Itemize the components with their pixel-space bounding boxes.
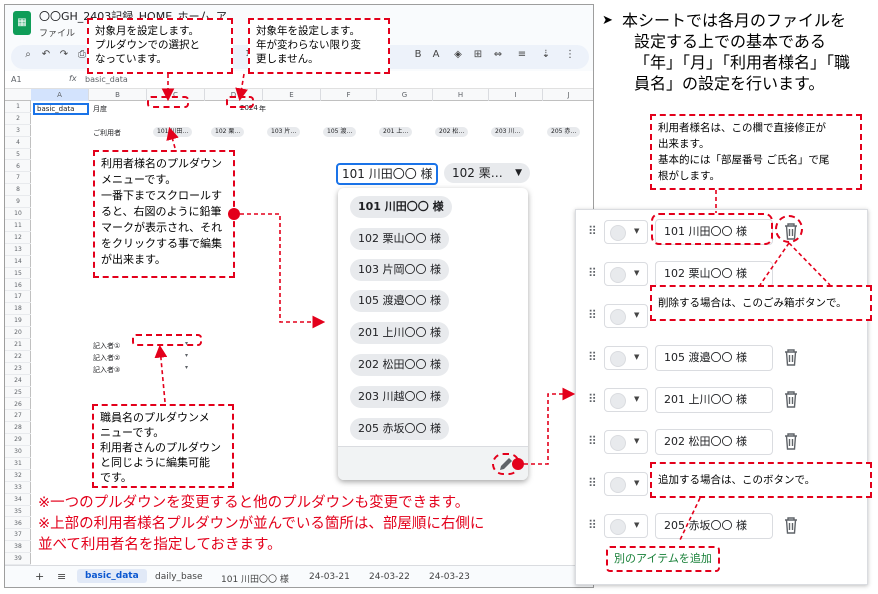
arrow-to-editor bbox=[524, 387, 576, 465]
arrow-delete-left bbox=[759, 242, 790, 286]
arrow-year bbox=[235, 73, 248, 102]
arrow-to-dropdown bbox=[240, 213, 326, 329]
connector-arrows bbox=[154, 73, 831, 541]
arrow-resident-pills bbox=[166, 126, 179, 149]
arrow-staff bbox=[154, 344, 168, 403]
arrow-delete-right bbox=[788, 242, 831, 286]
arrow-add bbox=[679, 497, 701, 541]
